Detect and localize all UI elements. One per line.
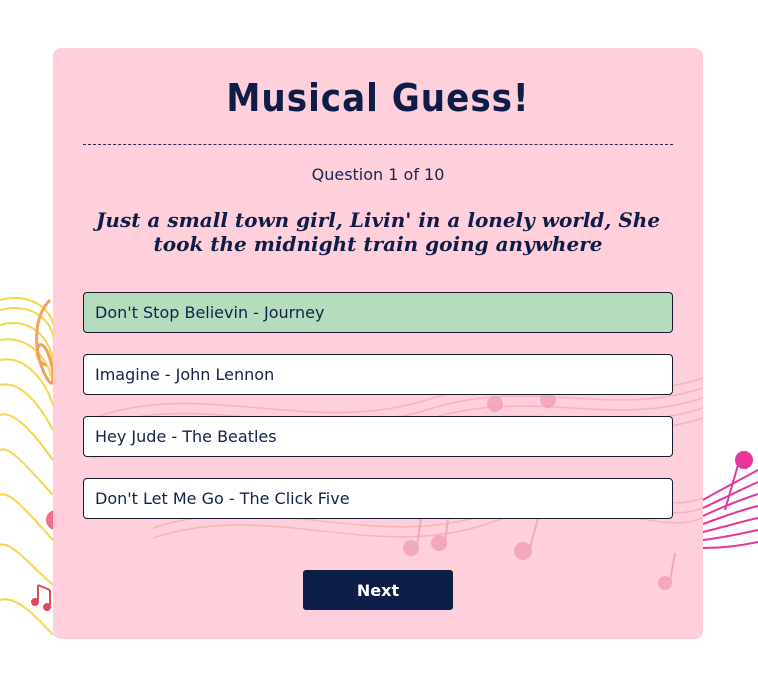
lyrics-prompt: Just a small town girl, Livin' in a lone…	[95, 208, 661, 256]
quiz-card: Musical Guess! Question 1 of 10 Just a s…	[53, 48, 703, 639]
question-counter: Question 1 of 10	[311, 165, 445, 184]
answer-option-label: Don't Stop Believin - Journey	[95, 303, 325, 322]
answer-option-3[interactable]: Hey Jude - The Beatles	[83, 416, 673, 457]
next-button[interactable]: Next	[303, 570, 453, 610]
answer-option-4[interactable]: Don't Let Me Go - The Click Five	[83, 478, 673, 519]
quiz-title: Musical Guess!	[226, 76, 530, 120]
answer-option-1[interactable]: Don't Stop Believin - Journey	[83, 292, 673, 333]
answer-option-label: Imagine - John Lennon	[95, 365, 275, 384]
title-divider	[83, 144, 673, 145]
answer-option-2[interactable]: Imagine - John Lennon	[83, 354, 673, 395]
faded-music-staff-decoration	[92, 377, 703, 590]
small-red-note-icon	[31, 584, 51, 611]
answer-option-label: Don't Let Me Go - The Click Five	[95, 489, 350, 508]
answer-option-label: Hey Jude - The Beatles	[95, 427, 277, 446]
magenta-music-staff-waves	[702, 469, 758, 549]
